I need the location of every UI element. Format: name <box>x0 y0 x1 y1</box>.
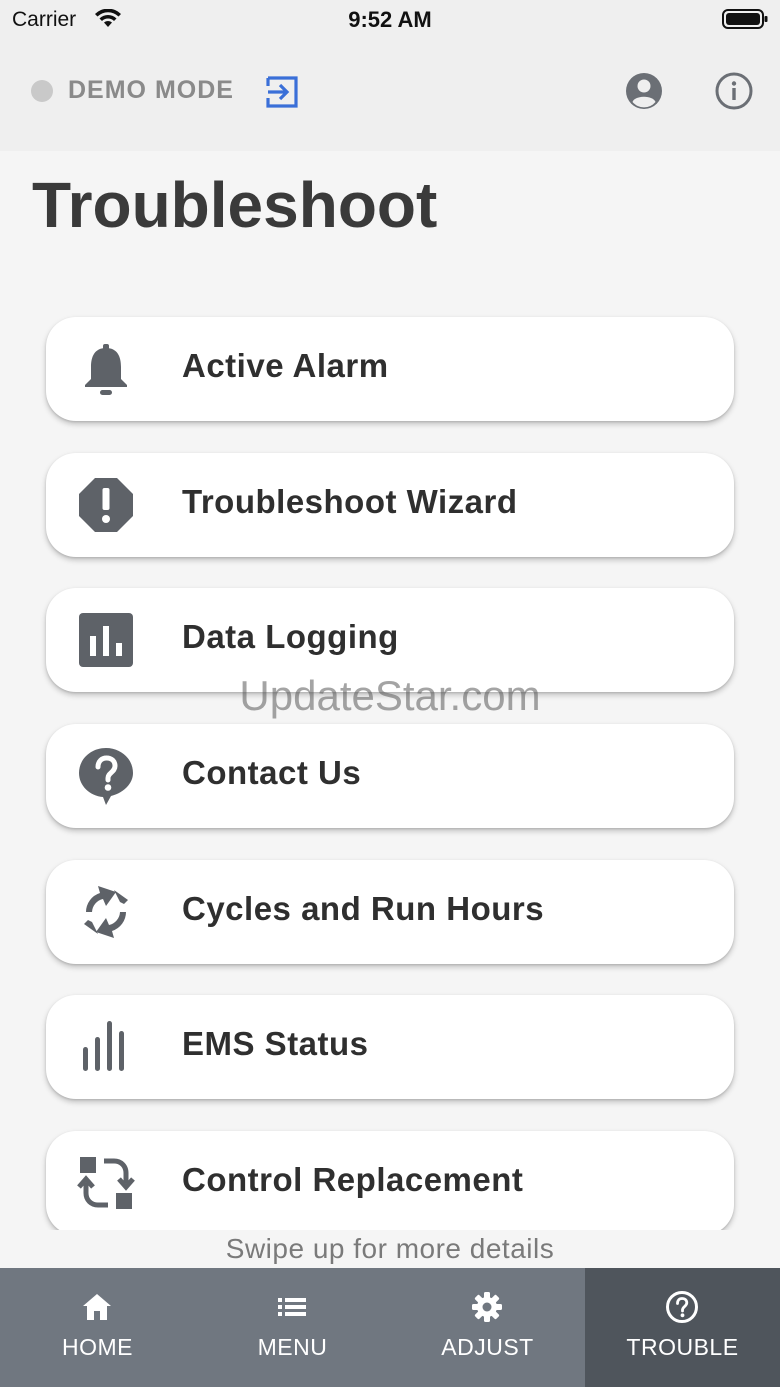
item-label: Active Alarm <box>182 347 389 384</box>
demo-mode-label: DEMO MODE <box>68 76 234 104</box>
troubleshoot-list[interactable]: Active Alarm Troubleshoot Wizard Data Lo… <box>0 300 780 1230</box>
troubleshoot-wizard-button[interactable]: Troubleshoot Wizard <box>46 453 734 557</box>
clock: 9:52 AM <box>348 7 432 32</box>
alert-octagon-icon <box>79 478 133 532</box>
tab-menu[interactable]: MENU <box>195 1268 390 1387</box>
signal-bars-icon <box>83 1021 124 1071</box>
swap-icon <box>77 1157 135 1209</box>
tab-home[interactable]: HOME <box>0 1268 195 1387</box>
home-icon <box>83 1294 111 1320</box>
item-label: Cycles and Run Hours <box>182 890 545 927</box>
status-bar: Carrier 9:52 AM <box>0 0 780 40</box>
control-replacement-button[interactable]: Control Replacement <box>46 1131 734 1230</box>
contact-us-button[interactable]: Contact Us <box>46 724 734 828</box>
item-label: Data Logging <box>182 618 399 655</box>
battery-icon <box>722 9 768 29</box>
page-title: Troubleshoot <box>32 169 438 241</box>
tab-label: ADJUST <box>441 1334 534 1360</box>
ems-status-button[interactable]: EMS Status <box>46 995 734 1099</box>
demo-status-dot <box>31 80 53 102</box>
cycles-run-hours-button[interactable]: Cycles and Run Hours <box>46 860 734 964</box>
list-icon <box>278 1298 306 1316</box>
item-label: Contact Us <box>182 754 362 791</box>
active-alarm-button[interactable]: Active Alarm <box>46 317 734 421</box>
tab-label: TROUBLE <box>626 1334 739 1360</box>
app-header: DEMO MODE <box>0 40 780 151</box>
question-circle-icon <box>666 1291 698 1323</box>
tab-label: HOME <box>62 1334 133 1360</box>
info-icon[interactable] <box>714 71 754 111</box>
tab-adjust[interactable]: ADJUST <box>390 1268 585 1387</box>
exit-icon[interactable] <box>262 72 302 112</box>
item-label: Troubleshoot Wizard <box>182 483 518 520</box>
tab-trouble[interactable]: TROUBLE <box>585 1268 780 1387</box>
item-label: EMS Status <box>182 1025 369 1062</box>
gear-icon <box>472 1292 502 1322</box>
item-label: Control Replacement <box>182 1161 524 1198</box>
bar-chart-icon <box>79 613 133 667</box>
swipe-hint: Swipe up for more details <box>225 1233 555 1264</box>
bottom-nav: HOME MENU ADJUST TROUBLE <box>0 1268 780 1387</box>
watermark: UpdateStar.com <box>239 672 541 719</box>
bell-icon <box>85 344 127 395</box>
cycle-icon <box>84 886 128 938</box>
tab-label: MENU <box>257 1334 328 1360</box>
user-icon[interactable] <box>624 71 664 111</box>
help-bubble-icon <box>79 748 133 805</box>
